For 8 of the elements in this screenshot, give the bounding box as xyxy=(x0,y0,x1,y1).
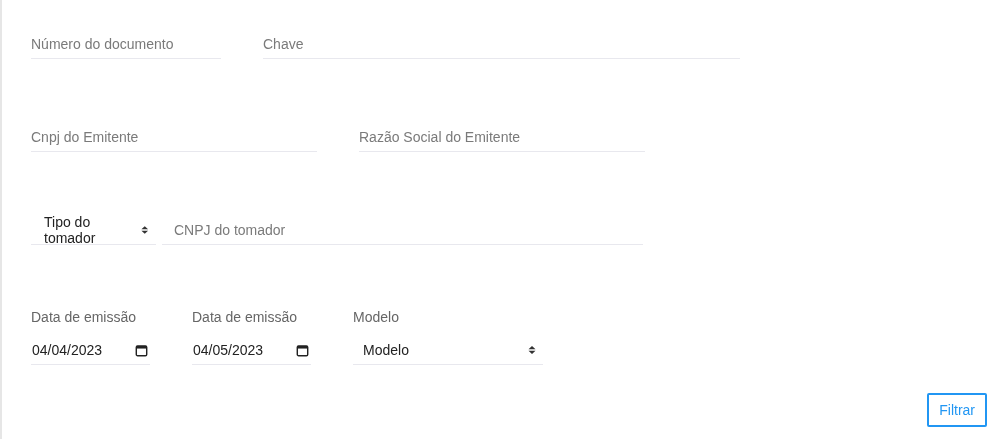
sort-caret-icon xyxy=(527,345,537,355)
field-label: Data de emissão xyxy=(31,309,138,325)
select-field[interactable]: Tipo do tomador xyxy=(31,216,156,245)
calendar-icon xyxy=(296,343,309,357)
sort-caret-icon xyxy=(140,225,150,235)
calendar-icon xyxy=(135,343,148,357)
field-label: Modelo xyxy=(353,309,400,325)
field-label: Data de emissão xyxy=(192,309,299,325)
